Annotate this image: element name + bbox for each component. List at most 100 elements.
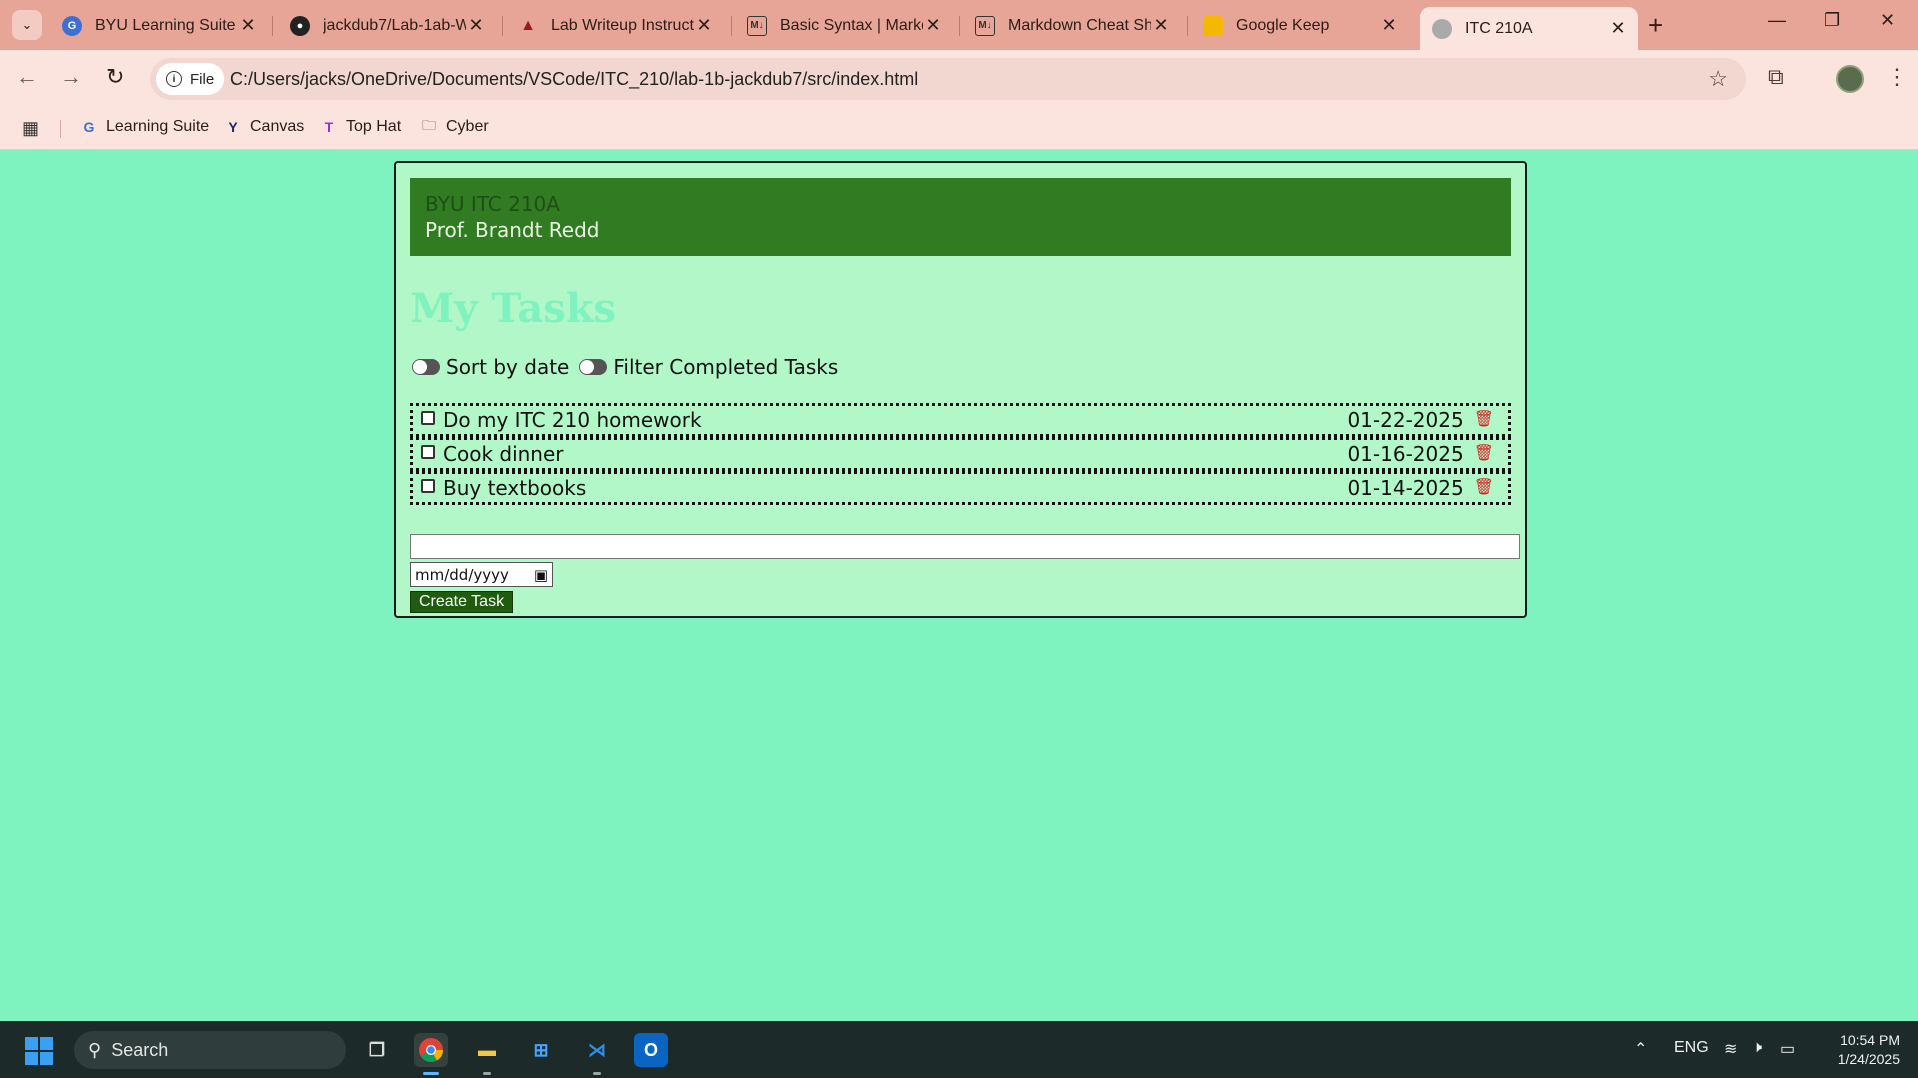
tab-title: Markdown Cheat Sh: [1008, 16, 1151, 34]
active-app-indicator: [423, 1072, 439, 1075]
close-icon[interactable]: ✕: [694, 15, 714, 36]
page-header: BYU ITC 210A Prof. Brandt Redd: [410, 178, 1511, 256]
tab-title: BYU Learning Suite: [95, 16, 236, 34]
reload-icon[interactable]: ↻: [106, 64, 124, 90]
task-checkbox[interactable]: [421, 411, 435, 425]
tab-divider: [959, 16, 960, 36]
tab-title: Google Keep: [1236, 16, 1330, 34]
battery-icon[interactable]: ▭: [1780, 1039, 1795, 1059]
close-icon[interactable]: ✕: [1608, 18, 1628, 39]
folder-icon: 🗀: [422, 117, 436, 133]
learning-suite-icon: G: [62, 15, 82, 36]
system-clock[interactable]: 10:54 PM 1/24/2025: [1820, 1031, 1900, 1069]
markdown-icon: M↓: [975, 15, 995, 36]
task-item: Buy textbooks 01-14-2025 🗑: [410, 471, 1511, 505]
bookmark-label: Top Hat: [346, 118, 402, 135]
tab-github[interactable]: ● jackdub7/Lab-1ab-W ✕: [278, 9, 496, 42]
canvas-icon: Y: [228, 119, 238, 135]
new-task-text-input[interactable]: [410, 534, 1520, 559]
close-window-icon[interactable]: ✕: [1880, 10, 1895, 31]
bookmark-top-hat[interactable]: T Top Hat: [320, 118, 401, 136]
top-hat-icon: T: [324, 119, 334, 135]
create-task-button[interactable]: Create Task: [410, 591, 514, 613]
tab-learning-suite[interactable]: G BYU Learning Suite ✕: [50, 9, 268, 42]
chrome-icon[interactable]: [414, 1033, 448, 1067]
task-name: Buy textbooks: [443, 476, 587, 500]
url-text[interactable]: C:/Users/jacks/OneDrive/Documents/VSCode…: [230, 69, 918, 90]
toggle-row: Sort by date Filter Completed Tasks: [412, 355, 848, 379]
forward-arrow-icon[interactable]: →: [60, 64, 82, 90]
clock-date: 1/24/2025: [1837, 1051, 1900, 1067]
taskbar-search-label: Search: [111, 1039, 169, 1060]
task-checkbox[interactable]: [421, 445, 435, 459]
vscode-icon[interactable]: ⋊: [580, 1033, 614, 1067]
windows-taskbar: ⚲ Search ❐ ▬ ⊞ ⋊ O ⌃ ENG ≋ 🕨 ▭ 10:54 PM …: [0, 1021, 1918, 1078]
close-icon[interactable]: ✕: [1379, 15, 1399, 36]
close-icon[interactable]: ✕: [923, 15, 943, 36]
date-placeholder: mm/dd/yyyy: [415, 565, 509, 584]
page-title: My Tasks: [410, 285, 617, 332]
chrome-logo: [419, 1038, 443, 1063]
trash-icon[interactable]: 🗑: [1474, 443, 1494, 462]
filter-completed-toggle[interactable]: [579, 359, 608, 375]
sort-by-date-toggle[interactable]: [412, 359, 440, 375]
tab-markdown-cheat-sheet[interactable]: M↓ Markdown Cheat Sh ✕: [963, 9, 1181, 42]
bookmark-label: Learning Suite: [106, 118, 210, 135]
markdown-icon: M↓: [747, 15, 767, 36]
close-icon[interactable]: ✕: [238, 15, 258, 36]
calendar-icon[interactable]: ▣: [534, 566, 548, 584]
tab-divider: [272, 16, 273, 36]
windows-start-icon[interactable]: [25, 1037, 53, 1065]
task-item: Cook dinner 01-16-2025 🗑: [410, 437, 1511, 471]
task-app-card: BYU ITC 210A Prof. Brandt Redd My Tasks …: [394, 161, 1527, 618]
outlook-icon[interactable]: O: [634, 1033, 668, 1067]
task-checkbox[interactable]: [421, 479, 435, 493]
microsoft-store-icon[interactable]: ⊞: [524, 1033, 558, 1067]
file-explorer-icon[interactable]: ▬: [470, 1033, 504, 1067]
tab-basic-syntax[interactable]: M↓ Basic Syntax | Markd ✕: [735, 9, 953, 42]
tab-divider: [502, 16, 503, 36]
sort-by-date-label: Sort by date: [446, 355, 570, 379]
learning-suite-icon: G: [83, 119, 95, 135]
back-arrow-icon[interactable]: ←: [16, 64, 38, 90]
task-view-icon[interactable]: ❐: [360, 1033, 394, 1067]
new-task-date-input[interactable]: mm/dd/yyyy ▣: [410, 562, 553, 587]
bookmark-label: Cyber: [446, 118, 489, 135]
wifi-icon[interactable]: ≋: [1724, 1039, 1737, 1059]
bookmark-learning-suite[interactable]: G Learning Suite: [80, 118, 210, 136]
new-tab-button[interactable]: +: [1648, 10, 1663, 41]
flask-icon: ▲: [520, 16, 536, 34]
apps-grid-icon[interactable]: ▦: [22, 118, 39, 139]
tab-divider: [731, 16, 732, 36]
tab-lab-writeup[interactable]: ▲ Lab Writeup Instructi ✕: [506, 9, 724, 42]
restore-icon[interactable]: ❐: [1824, 10, 1840, 31]
tab-google-keep[interactable]: Google Keep ✕: [1191, 9, 1409, 42]
site-info-chip[interactable]: i File: [156, 63, 225, 95]
bookmark-cyber-folder[interactable]: 🗀 Cyber: [420, 117, 489, 136]
tab-itc-210a[interactable]: ITC 210A ✕: [1420, 7, 1638, 50]
language-indicator[interactable]: ENG: [1674, 1039, 1709, 1057]
minimize-icon[interactable]: —: [1768, 10, 1786, 31]
app-running-indicator: [593, 1072, 601, 1075]
extensions-icon[interactable]: ⧉: [1768, 64, 1784, 90]
app-running-indicator: [483, 1072, 491, 1075]
volume-muted-icon[interactable]: 🕨: [1752, 1039, 1762, 1057]
bookmark-canvas[interactable]: Y Canvas: [224, 118, 304, 136]
globe-icon: [1432, 18, 1452, 39]
close-icon[interactable]: ✕: [466, 15, 486, 36]
menu-kebab-icon[interactable]: ⋮: [1886, 64, 1908, 90]
trash-icon[interactable]: 🗑: [1474, 477, 1494, 496]
close-icon[interactable]: ✕: [1151, 15, 1171, 36]
info-icon: i: [166, 71, 182, 87]
course-name: BYU ITC 210A: [425, 192, 560, 216]
profile-avatar[interactable]: [1836, 65, 1864, 93]
taskbar-search[interactable]: ⚲ Search: [74, 1031, 346, 1069]
address-bar[interactable]: i File C:/Users/jacks/OneDrive/Documents…: [150, 58, 1746, 100]
tab-title: jackdub7/Lab-1ab-W: [323, 16, 466, 34]
search-icon: ⚲: [88, 1039, 102, 1060]
tab-search-chevron-icon[interactable]: ⌄: [12, 10, 42, 40]
tray-chevron-up-icon[interactable]: ⌃: [1634, 1039, 1647, 1059]
trash-icon[interactable]: 🗑: [1474, 409, 1494, 428]
tab-title: Lab Writeup Instructi: [551, 16, 694, 34]
bookmark-star-icon[interactable]: ☆: [1708, 66, 1728, 92]
